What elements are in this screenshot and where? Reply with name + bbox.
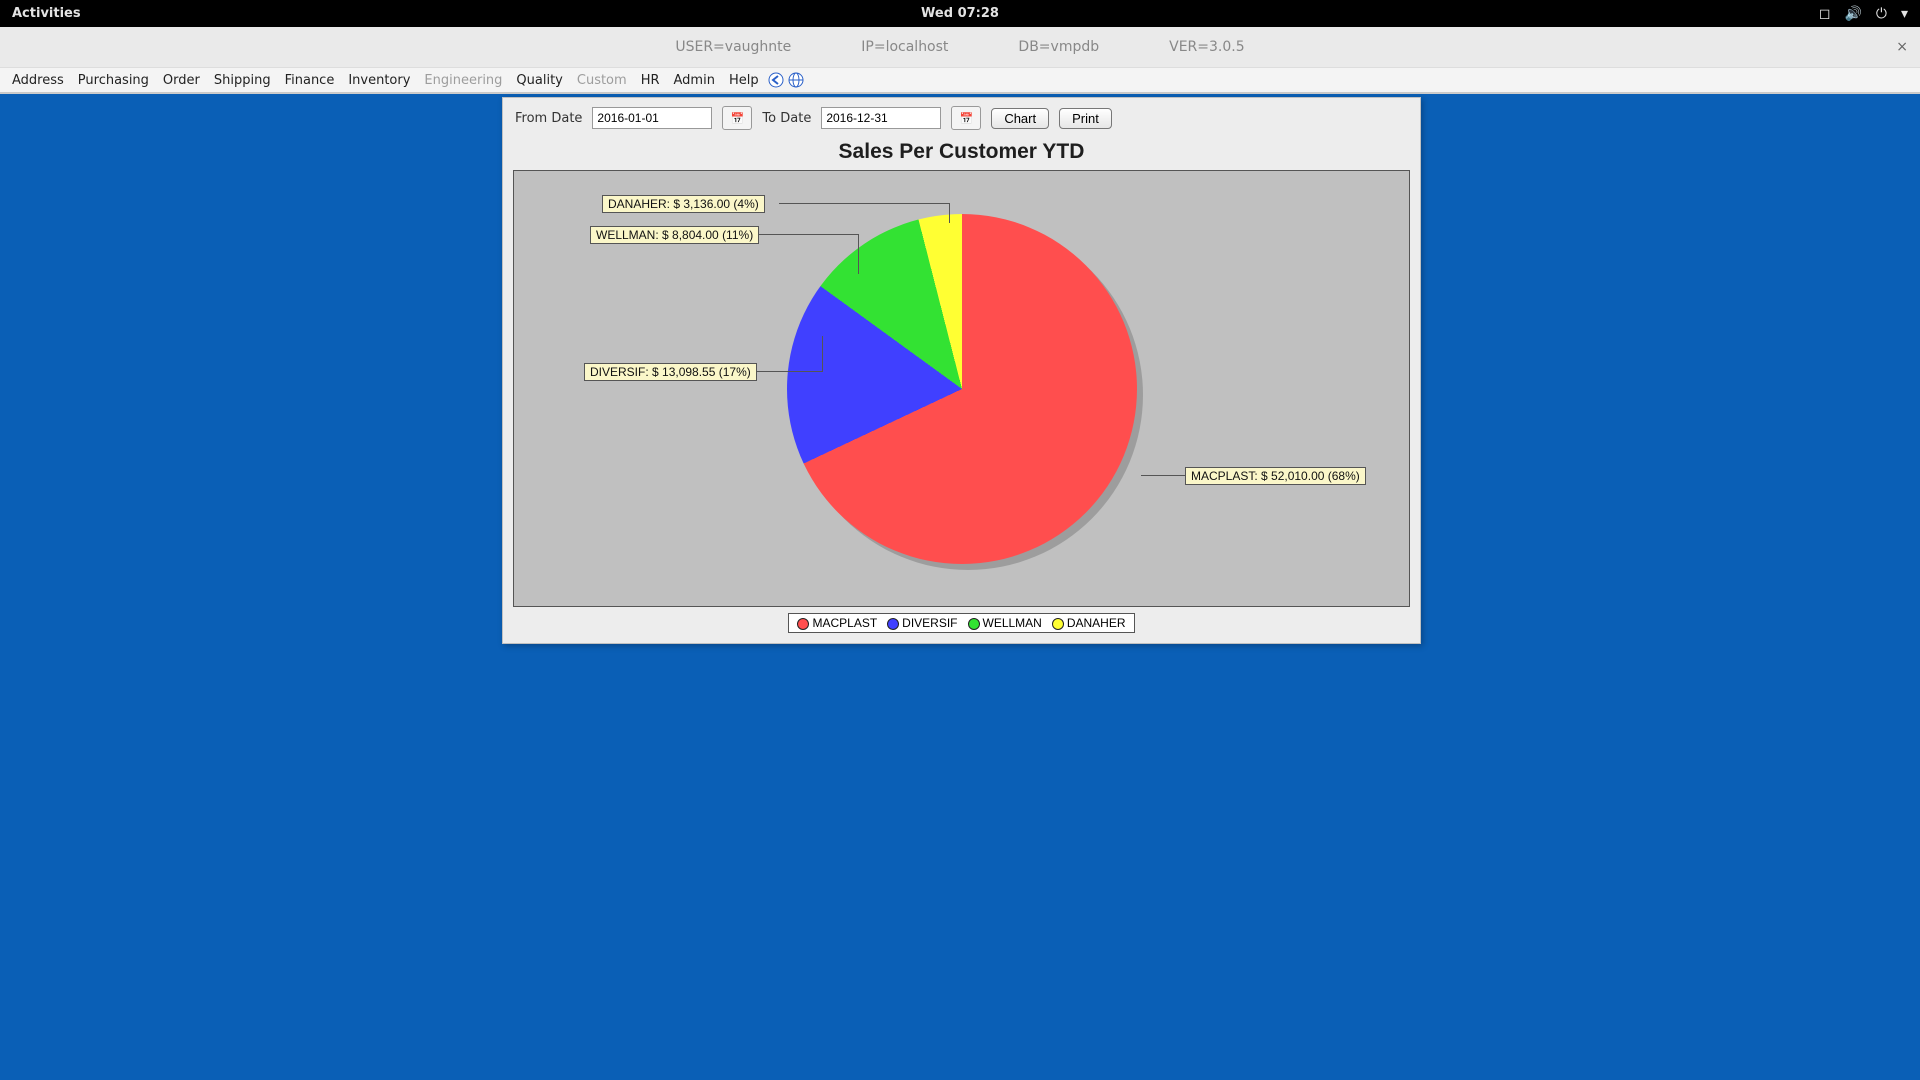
menu-finance[interactable]: Finance	[279, 71, 341, 90]
chart-button[interactable]: Chart	[991, 108, 1049, 129]
legend-label: DANAHER	[1067, 616, 1126, 630]
gnome-top-bar: Activities Wed 07:28 ◻ 🔊 ⏻ ▾	[0, 0, 1920, 27]
leader-line	[1141, 475, 1186, 476]
leader-line	[949, 203, 950, 223]
menu-hr[interactable]: HR	[635, 71, 666, 90]
chart-legend: MACPLAST DIVERSIF WELLMAN DANAHER	[503, 613, 1420, 633]
title-user: USER=vaughnte	[675, 39, 791, 55]
leader-line	[779, 203, 949, 204]
calendar-icon: 📅	[731, 112, 745, 125]
desktop-area: From Date 📅 To Date 📅 Chart Print Sales …	[0, 94, 1920, 1080]
menu-purchasing[interactable]: Purchasing	[72, 71, 155, 90]
chart-controls: From Date 📅 To Date 📅 Chart Print	[503, 98, 1420, 136]
menu-admin[interactable]: Admin	[668, 71, 721, 90]
globe-icon[interactable]	[787, 71, 805, 89]
menu-quality[interactable]: Quality	[510, 71, 568, 90]
menu-bar: AddressPurchasingOrderShippingFinanceInv…	[0, 67, 1920, 93]
menu-shipping[interactable]: Shipping	[208, 71, 277, 90]
chevron-down-icon[interactable]: ▾	[1901, 6, 1908, 22]
from-date-input[interactable]	[592, 107, 712, 129]
pie-callout-diversif: DIVERSIF: $ 13,098.55 (17%)	[584, 363, 757, 381]
legend-box: MACPLAST DIVERSIF WELLMAN DANAHER	[788, 613, 1134, 633]
pie-callout-macplast: MACPLAST: $ 52,010.00 (68%)	[1185, 467, 1366, 485]
menu-engineering: Engineering	[418, 71, 508, 90]
to-date-label: To Date	[762, 111, 811, 126]
menu-inventory[interactable]: Inventory	[342, 71, 416, 90]
menu-order[interactable]: Order	[157, 71, 206, 90]
pie-callout-wellman: WELLMAN: $ 8,804.00 (11%)	[590, 226, 759, 244]
menu-custom: Custom	[571, 71, 633, 90]
legend-label: WELLMAN	[983, 616, 1042, 630]
legend-item-diversif: DIVERSIF	[887, 616, 957, 630]
pie-callout-danaher: DANAHER: $ 3,136.00 (4%)	[602, 195, 765, 213]
chart-plot-area: MACPLAST: $ 52,010.00 (68%) DIVERSIF: $ …	[513, 170, 1410, 607]
legend-item-danaher: DANAHER	[1052, 616, 1126, 630]
menu-address[interactable]: Address	[6, 71, 70, 90]
legend-label: MACPLAST	[812, 616, 877, 630]
chart-panel: From Date 📅 To Date 📅 Chart Print Sales …	[502, 97, 1421, 644]
to-date-picker-button[interactable]: 📅	[951, 106, 981, 130]
pie-wrap	[787, 214, 1137, 564]
legend-swatch	[797, 618, 809, 630]
leader-line	[822, 336, 823, 372]
screen-icon[interactable]: ◻	[1819, 6, 1831, 22]
from-date-picker-button[interactable]: 📅	[722, 106, 752, 130]
from-date-label: From Date	[515, 111, 582, 126]
legend-item-wellman: WELLMAN	[968, 616, 1042, 630]
app-window: USER=vaughnte IP=localhost DB=vmpdb VER=…	[0, 27, 1920, 94]
back-icon[interactable]	[767, 71, 785, 89]
to-date-input[interactable]	[821, 107, 941, 129]
power-icon[interactable]: ⏻	[1876, 6, 1887, 22]
legend-swatch	[1052, 618, 1064, 630]
activities-button[interactable]: Activities	[12, 6, 81, 21]
menu-help[interactable]: Help	[723, 71, 765, 90]
volume-icon[interactable]: 🔊	[1844, 6, 1861, 22]
print-button[interactable]: Print	[1059, 108, 1112, 129]
legend-label: DIVERSIF	[902, 616, 957, 630]
title-db: DB=vmpdb	[1018, 39, 1099, 55]
app-titlebar: USER=vaughnte IP=localhost DB=vmpdb VER=…	[0, 27, 1920, 67]
title-ver: VER=3.0.5	[1169, 39, 1245, 55]
title-ip: IP=localhost	[861, 39, 948, 55]
clock: Wed 07:28	[921, 6, 999, 21]
pie-chart	[787, 214, 1137, 564]
chart-title: Sales Per Customer YTD	[503, 136, 1420, 170]
calendar-icon: 📅	[959, 112, 973, 125]
leader-line	[858, 234, 859, 274]
legend-item-macplast: MACPLAST	[797, 616, 877, 630]
legend-swatch	[887, 618, 899, 630]
legend-swatch	[968, 618, 980, 630]
close-icon[interactable]: ×	[1896, 39, 1908, 55]
system-tray: ◻ 🔊 ⏻ ▾	[1819, 6, 1908, 22]
